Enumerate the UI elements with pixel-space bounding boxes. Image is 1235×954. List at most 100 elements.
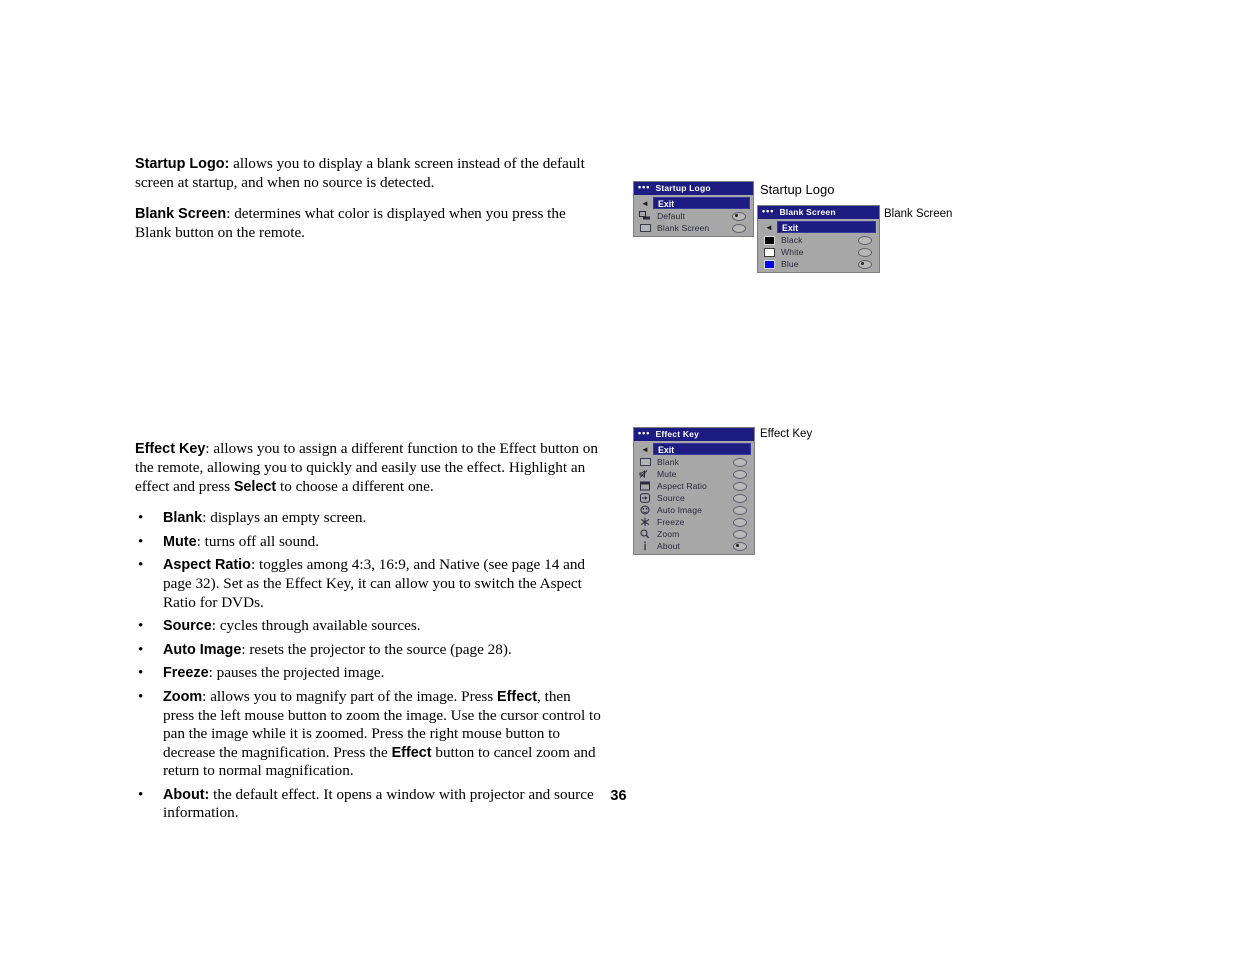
radio-aspect-ratio[interactable] [733,481,747,491]
bullet-term-zoom: Zoom [163,688,203,705]
osd-title-text: Blank Screen [779,207,836,217]
document-text-column: Startup Logo: allows you to display a bl… [135,155,605,828]
osd-item-label: Blank Screen [657,223,710,233]
osd-body-startup-logo: ◄ Exit Default Blank Screen [634,195,753,236]
osd-body-blank-screen: ◄ Exit Black White Blue [758,219,879,272]
osd-exit-row[interactable]: ◄ Exit [637,197,750,209]
osd-menu-blank-screen[interactable]: ••• Blank Screen ◄ Exit Black White Blue [757,205,880,273]
back-arrow-icon: ◄ [641,444,649,454]
bullet-icon: • [138,664,144,682]
radio-blue[interactable] [858,259,872,269]
list-item: • Zoom: allows you to magnify part of th… [135,688,605,781]
page-number: 36 [0,788,1235,804]
effect-bold-1: Effect [497,688,537,705]
osd-menu-effect-key[interactable]: ••• Effect Key ◄ Exit Blank Mute Aspect … [633,427,755,555]
osd-item-white[interactable]: White [758,246,879,258]
osd-item-label: About [657,541,680,551]
osd-title-text: Effect Key [655,429,700,439]
osd-item-label: Zoom [657,529,680,539]
bullet-text-source: : cycles through available sources. [211,617,421,635]
bullet-icon: • [138,509,144,527]
list-item: • Mute: turns off all sound. [135,533,605,552]
osd-title-bar-effect-key: ••• Effect Key [634,428,754,441]
bullet-term-blank: Blank [163,510,203,527]
radio-source[interactable] [733,493,747,503]
menu-dots-icon: ••• [638,428,651,438]
osd-item-zoom[interactable]: Zoom [634,528,754,540]
osd-item-mute[interactable]: Mute [634,468,754,480]
paragraph-effect-key: Effect Key: allows you to assign a diffe… [135,440,605,496]
source-arrow-icon [637,493,653,504]
bullet-icon: • [138,532,144,550]
bullet-term-freeze: Freeze [163,665,209,682]
radio-zoom[interactable] [733,529,747,539]
effect-key-text-part2: to choose a different one. [276,477,434,495]
osd-title-bar-blank-screen: ••• Blank Screen [758,206,879,219]
projector-icon [637,211,653,222]
radio-blank[interactable] [733,457,747,467]
list-item: • Freeze: pauses the projected image. [135,664,605,683]
radio-mute[interactable] [733,469,747,479]
osd-item-source[interactable]: Source [634,492,754,504]
list-item: • Auto Image: resets the projector to th… [135,641,605,660]
aspect-ratio-icon [637,481,653,492]
radio-auto-image[interactable] [733,505,747,515]
list-item: • Source: cycles through available sourc… [135,617,605,636]
caption-startup-logo: Startup Logo [760,182,835,197]
bullet-text-blank: : displays an empty screen. [202,509,367,527]
osd-item-label: Aspect Ratio [657,481,707,491]
startup-logo-term: Startup Logo: [135,156,230,172]
effect-options-list: • Blank: displays an empty screen. • Mut… [135,509,605,823]
radio-black[interactable] [858,235,872,245]
back-arrow-icon: ◄ [641,198,649,208]
osd-menu-startup-logo[interactable]: ••• Startup Logo ◄ Exit Default Blank Sc… [633,181,754,237]
osd-title-bar-startup-logo: ••• Startup Logo [634,182,753,195]
osd-exit-label: Exit [653,197,750,209]
osd-exit-row[interactable]: ◄ Exit [761,221,876,233]
bullet-icon: • [138,640,144,658]
osd-item-label: Blank [657,457,679,467]
osd-item-label: Mute [657,469,677,479]
osd-item-about[interactable]: About [634,540,754,552]
auto-image-icon [637,505,653,516]
white-swatch-icon [761,247,777,258]
radio-white[interactable] [858,247,872,257]
bullet-icon: • [138,617,144,635]
osd-item-blank-screen[interactable]: Blank Screen [634,222,753,234]
osd-title-text: Startup Logo [655,183,711,193]
paragraph-blank-screen: Blank Screen: determines what color is d… [135,205,605,242]
osd-item-freeze[interactable]: Freeze [634,516,754,528]
osd-exit-row[interactable]: ◄ Exit [637,443,751,455]
osd-item-black[interactable]: Black [758,234,879,246]
osd-item-label: Blue [781,259,799,269]
bullet-text-freeze: : pauses the projected image. [208,664,385,682]
osd-item-aspect-ratio[interactable]: Aspect Ratio [634,480,754,492]
bullet-term-aspect-ratio: Aspect Ratio [163,557,251,574]
bullet-term-source: Source [163,618,212,635]
bullet-icon: • [138,556,144,574]
bullet-term-auto-image: Auto Image [163,641,242,658]
osd-item-blank[interactable]: Blank [634,456,754,468]
radio-default[interactable] [732,211,746,221]
effect-key-term: Effect Key [135,441,206,458]
osd-item-label: Freeze [657,517,685,527]
radio-about[interactable] [733,541,747,551]
back-arrow-icon: ◄ [765,222,773,232]
freeze-snowflake-icon [637,517,653,528]
osd-item-auto-image[interactable]: Auto Image [634,504,754,516]
list-item: • Blank: displays an empty screen. [135,509,605,528]
blank-rect-icon [637,223,653,234]
mute-speaker-icon [637,469,653,480]
bullet-icon: • [138,687,144,705]
osd-item-label: White [781,247,804,257]
radio-freeze[interactable] [733,517,747,527]
caption-effect-key: Effect Key [760,428,813,440]
blank-screen-term: Blank Screen [135,206,227,223]
osd-item-default[interactable]: Default [634,210,753,222]
osd-item-blue[interactable]: Blue [758,258,879,270]
zoom-magnifier-icon [637,529,653,540]
effect-bold-2: Effect [391,744,432,761]
osd-item-label: Source [657,493,685,503]
osd-body-effect-key: ◄ Exit Blank Mute Aspect Ratio Source Au… [634,441,754,554]
radio-blank-screen[interactable] [732,223,746,233]
